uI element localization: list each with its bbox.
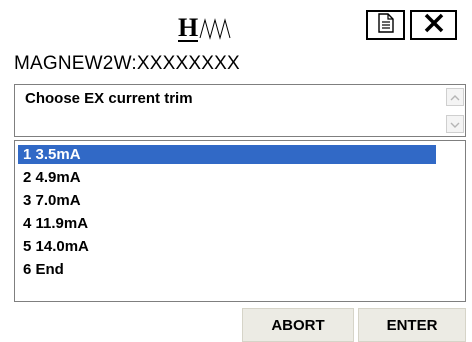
option-list: 1 3.5mA 2 4.9mA 3 7.0mA 4 11.9mA 5 14.0m… (14, 140, 466, 302)
abort-button[interactable]: ABORT (242, 308, 354, 342)
list-item[interactable]: 6 End (18, 260, 64, 279)
document-button[interactable] (366, 10, 405, 40)
list-item[interactable]: 1 3.5mA (18, 145, 436, 164)
chevron-up-icon (450, 88, 460, 106)
list-item[interactable]: 2 4.9mA (18, 168, 81, 187)
list-item[interactable]: 3 7.0mA (18, 191, 81, 210)
prompt-text: Choose EX current trim (25, 90, 193, 107)
prompt-box: Choose EX current trim (14, 84, 466, 137)
svg-text:H: H (178, 13, 198, 42)
document-icon (377, 12, 395, 38)
prompt-scrollbar[interactable] (446, 86, 464, 135)
chevron-down-icon (450, 115, 460, 133)
close-button[interactable] (410, 10, 457, 40)
scroll-down-button[interactable] (446, 115, 464, 133)
list-item[interactable]: 5 14.0mA (18, 237, 89, 256)
scroll-up-button[interactable] (446, 88, 464, 106)
enter-button[interactable]: ENTER (358, 308, 466, 342)
device-id-label: MAGNEW2W:XXXXXXXX (14, 53, 240, 74)
hart-wave-logo: H (178, 8, 238, 48)
list-item[interactable]: 4 11.9mA (18, 214, 88, 233)
close-icon (423, 12, 445, 39)
